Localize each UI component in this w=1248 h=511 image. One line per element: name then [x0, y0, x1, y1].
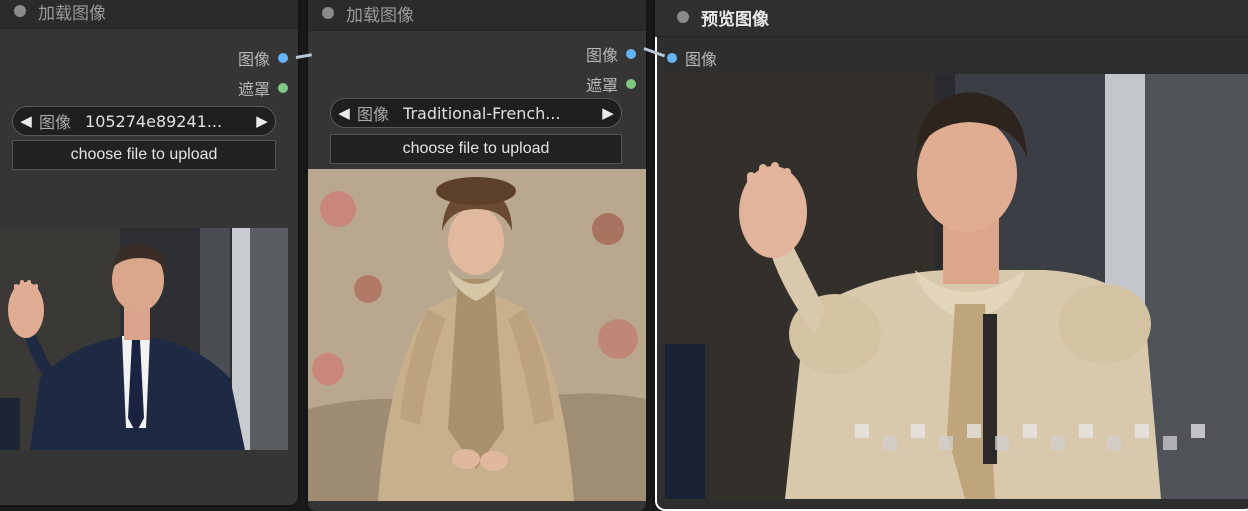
arrow-right-icon[interactable]: ▶	[595, 104, 621, 122]
output-label: 遮罩	[585, 76, 618, 95]
combo-name: 图像	[39, 113, 72, 132]
image-slot-icon[interactable]	[278, 53, 288, 63]
arrow-left-icon[interactable]: ◀	[331, 104, 357, 122]
image-slot-icon[interactable]	[626, 49, 636, 59]
combo-value: Traditional-French...	[403, 103, 561, 123]
image-combo[interactable]: ◀ 图像 Traditional-French... ▶	[330, 98, 622, 128]
arrow-right-icon[interactable]: ▶	[249, 112, 275, 130]
combo-name: 图像	[357, 105, 390, 124]
collapse-dot-icon[interactable]	[14, 5, 26, 17]
node-title: 加载图像	[346, 5, 414, 26]
load-image-node-2[interactable]: 加载图像 图像 遮罩 ◀ 图像 Traditional-French... ▶ …	[308, 0, 646, 511]
node-header[interactable]: 加载图像	[308, 0, 646, 31]
preview-image-node[interactable]: 预览图像 图像	[655, 0, 1248, 511]
collapse-dot-icon[interactable]	[322, 7, 334, 19]
output-label: 遮罩	[237, 80, 270, 99]
photo-man-suit	[0, 228, 288, 450]
image-slot-icon[interactable]	[667, 53, 677, 63]
node-header[interactable]: 预览图像	[655, 0, 1248, 37]
output-label: 图像	[237, 50, 270, 69]
arrow-left-icon[interactable]: ◀	[13, 112, 39, 130]
output-mask-slot[interactable]: 遮罩	[586, 72, 636, 96]
node-title: 加载图像	[38, 3, 106, 24]
collapse-dot-icon[interactable]	[677, 11, 689, 23]
input-images-slot[interactable]: 图像	[667, 46, 717, 70]
load-image-node-1[interactable]: 加载图像 图像 遮罩 ◀ 图像 105274e89241... ▶ choose…	[0, 0, 298, 505]
mask-slot-icon[interactable]	[278, 83, 288, 93]
node-title: 预览图像	[701, 9, 769, 30]
image-combo[interactable]: ◀ 图像 105274e89241... ▶	[12, 106, 276, 136]
output-image-slot[interactable]: 图像	[586, 42, 636, 66]
photo-victorian-woman	[308, 169, 646, 501]
photo-result-composite	[665, 74, 1248, 499]
node-header[interactable]: 加载图像	[0, 0, 298, 29]
image-preview	[308, 169, 646, 501]
output-label: 图像	[585, 46, 618, 65]
image-preview	[0, 228, 288, 450]
upload-button[interactable]: choose file to upload	[330, 134, 622, 164]
mask-slot-icon[interactable]	[626, 79, 636, 89]
upload-button[interactable]: choose file to upload	[12, 140, 276, 170]
output-mask-slot[interactable]: 遮罩	[238, 76, 288, 100]
combo-value: 105274e89241...	[85, 111, 223, 131]
preview-output-image	[665, 74, 1248, 499]
input-label: 图像	[685, 50, 718, 69]
output-image-slot[interactable]: 图像	[238, 46, 288, 70]
graph-canvas[interactable]: 加载图像 图像 遮罩 ◀ 图像 105274e89241... ▶ choose…	[0, 0, 1248, 511]
